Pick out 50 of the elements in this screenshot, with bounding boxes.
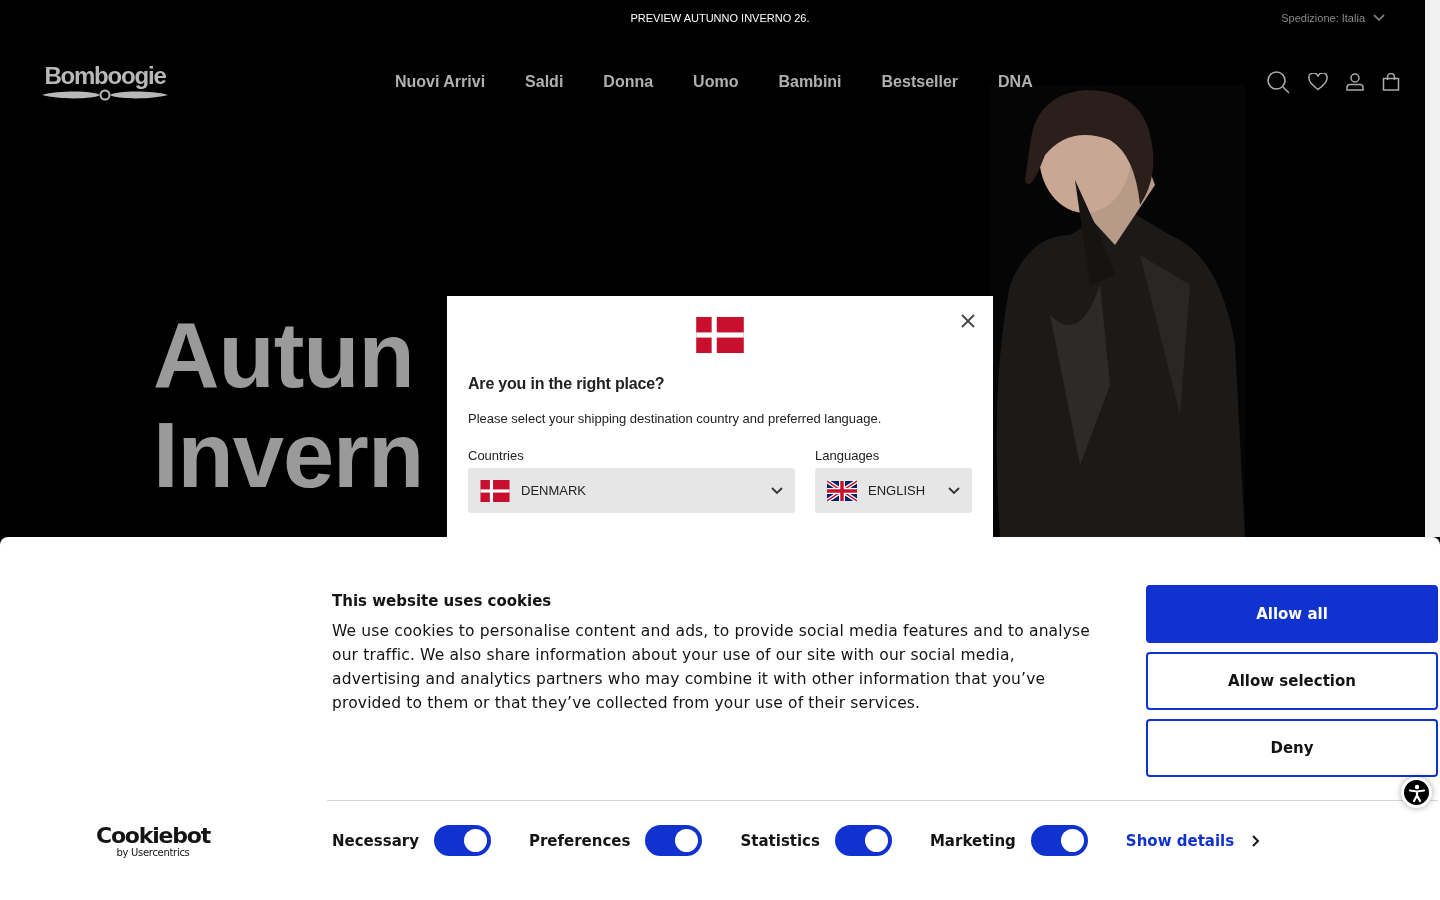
nav-link[interactable]: Donna xyxy=(603,73,654,91)
cookie-text: We use cookies to personalise content and ads, to provide social media features and to analyse our traffic. We also share information about your use of our site with our social media, advertising and analytics partners who may combine it with other information that you’ve provided to them or that they’ve collected from your use of their services. xyxy=(332,621,1091,714)
brand-logo-text: Cookiebot xyxy=(95,825,210,847)
modal-title: Are you in the right place? xyxy=(468,375,666,393)
search-icon[interactable] xyxy=(1266,70,1290,94)
chevron-icon xyxy=(1373,14,1385,22)
nav-link[interactable]: Bestseller xyxy=(881,73,959,91)
chevron-icon xyxy=(771,486,783,495)
chevron-icon xyxy=(948,486,960,495)
toggle-label: Preferences xyxy=(528,831,631,850)
nav-link[interactable]: Saldi xyxy=(525,73,564,91)
flag-icon xyxy=(480,479,510,502)
country-select[interactable]: DENMARK xyxy=(468,468,795,513)
bag-icon[interactable] xyxy=(1382,73,1400,91)
close-icon xyxy=(961,314,975,328)
announcement-text: PREVIEW AUTUNNO INVERNO 26. xyxy=(630,12,810,24)
close-button[interactable] xyxy=(961,314,975,328)
cookie-button[interactable]: Allow selection xyxy=(1146,652,1438,710)
modal-text: Please select your shipping destination country and preferred language. xyxy=(468,411,883,426)
user-icon[interactable] xyxy=(1346,73,1364,91)
toggle-label: Necessary xyxy=(332,831,419,850)
chevron-icon xyxy=(1252,834,1261,847)
nav-link[interactable]: Uomo xyxy=(693,73,739,91)
allow-all-button[interactable]: Allow all xyxy=(1146,585,1438,643)
accessibility-button[interactable] xyxy=(1401,777,1432,808)
toggle-label: Statistics xyxy=(740,831,820,850)
hero-title: Invern xyxy=(153,405,424,505)
toggle-label: Marketing xyxy=(929,831,1016,850)
nav-link[interactable]: Nuovi Arrivi xyxy=(395,73,486,91)
flag-icon xyxy=(827,479,857,502)
field-label: Languages xyxy=(815,448,881,463)
shipping-selector[interactable]: Spedizione: Italia xyxy=(1281,0,1385,36)
toggle-switch[interactable] xyxy=(433,825,491,856)
toggle-switch[interactable] xyxy=(1030,825,1088,856)
brand-byline: by Usercentrics xyxy=(116,847,190,858)
flag-icon xyxy=(696,317,744,353)
cookie-title: This website uses cookies xyxy=(332,592,553,610)
hero-title: Autun xyxy=(153,305,415,405)
field-label: Countries xyxy=(468,448,525,463)
language-select[interactable]: ENGLISH xyxy=(815,468,972,513)
logo-text[interactable]: Bomboogie xyxy=(44,63,166,89)
nav-link[interactable]: DNA xyxy=(998,73,1033,91)
show-details-link[interactable]: Show details xyxy=(1125,831,1261,850)
accessibility-icon xyxy=(1406,782,1427,803)
heart-icon[interactable] xyxy=(1308,73,1328,91)
nav-link[interactable]: Bambini xyxy=(778,73,842,91)
toggle-switch[interactable] xyxy=(645,825,703,856)
scrollbar[interactable] xyxy=(1425,0,1440,537)
cookie-button[interactable]: Deny xyxy=(1146,719,1438,777)
toggle-switch[interactable] xyxy=(834,825,892,856)
